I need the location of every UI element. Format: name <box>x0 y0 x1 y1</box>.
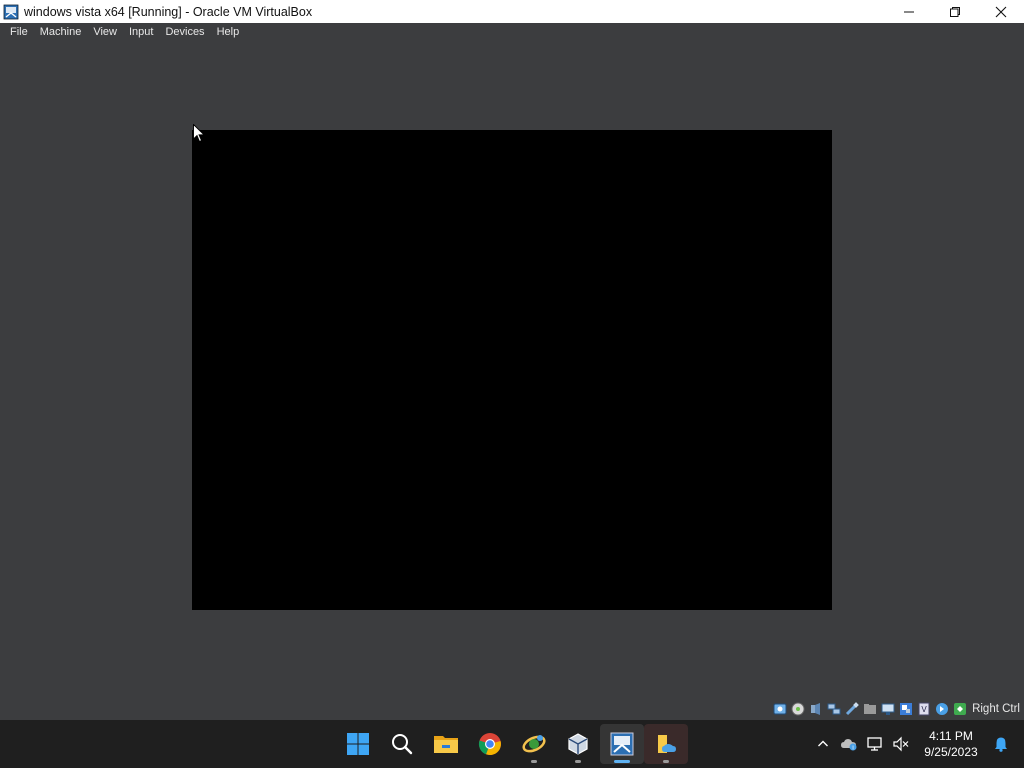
chrome-icon <box>478 733 501 756</box>
mouse-integration-icon[interactable] <box>934 702 949 717</box>
taskbar-network-app[interactable] <box>512 724 556 764</box>
running-indicator <box>663 760 669 763</box>
system-tray: i 4:11 PM 9/25/2023 <box>810 720 1024 768</box>
start-button[interactable] <box>336 724 380 764</box>
cpu-icon[interactable]: V <box>916 702 931 717</box>
bell-icon <box>995 737 1007 752</box>
vm-screen[interactable] <box>192 130 832 610</box>
svg-text:V: V <box>921 705 927 714</box>
display-icon[interactable] <box>880 702 895 717</box>
menu-input[interactable]: Input <box>123 23 159 42</box>
menu-bar: File Machine View Input Devices Help <box>0 23 1024 42</box>
clock-date: 9/25/2023 <box>924 745 978 759</box>
usb-icon[interactable] <box>844 702 859 717</box>
active-indicator <box>614 760 630 763</box>
taskbar-files-app[interactable] <box>644 724 688 764</box>
volume-muted-icon <box>893 736 909 752</box>
svg-text:i: i <box>852 745 853 751</box>
start-icon <box>347 733 369 755</box>
optical-drive-icon[interactable] <box>790 702 805 717</box>
mouse-cursor-icon <box>193 124 205 143</box>
virtualbox-vm-icon <box>3 4 19 20</box>
files-app-icon <box>658 735 676 753</box>
host-key-label[interactable]: Right Ctrl <box>972 703 1020 715</box>
recording-icon[interactable] <box>898 702 913 717</box>
tray-volume[interactable] <box>888 729 914 759</box>
taskbar-virtualbox[interactable] <box>556 724 600 764</box>
chevron-up-icon <box>818 740 828 747</box>
menu-machine[interactable]: Machine <box>34 23 88 42</box>
taskbar: i 4:11 PM 9/25/2023 <box>0 720 1024 768</box>
tray-onedrive[interactable]: i <box>836 729 862 759</box>
running-indicator <box>575 760 581 763</box>
menu-help[interactable]: Help <box>211 23 246 42</box>
onedrive-icon: i <box>841 739 857 751</box>
menu-file[interactable]: File <box>4 23 34 42</box>
hard-disk-icon[interactable] <box>772 702 787 717</box>
network-icon[interactable] <box>826 702 841 717</box>
close-icon <box>995 6 1007 17</box>
minimize-button[interactable] <box>886 0 932 23</box>
close-button[interactable] <box>978 0 1024 23</box>
search-icon <box>392 734 413 755</box>
taskbar-vista-vm[interactable] <box>600 724 644 764</box>
taskbar-clock[interactable]: 4:11 PM 9/25/2023 <box>918 728 984 760</box>
running-indicator <box>531 760 537 763</box>
clock-time: 4:11 PM <box>929 729 973 743</box>
taskbar-chrome[interactable] <box>468 724 512 764</box>
taskbar-file-explorer[interactable] <box>424 724 468 764</box>
notification-button[interactable] <box>988 729 1014 759</box>
keyboard-icon[interactable] <box>952 702 967 717</box>
network-app-icon <box>522 735 546 753</box>
window-title: windows vista x64 [Running] - Oracle VM … <box>24 4 313 19</box>
file-explorer-icon <box>434 736 458 753</box>
vm-status-bar: V Right Ctrl <box>0 698 1024 720</box>
virtualbox-icon <box>568 733 588 755</box>
tray-network[interactable] <box>862 729 888 759</box>
show-hidden-icons-button[interactable] <box>810 729 836 759</box>
menu-view[interactable]: View <box>87 23 123 42</box>
menu-devices[interactable]: Devices <box>159 23 210 42</box>
maximize-button[interactable] <box>932 0 978 23</box>
audio-icon[interactable] <box>808 702 823 717</box>
maximize-icon <box>950 6 960 17</box>
minimize-icon <box>904 11 914 12</box>
search-button[interactable] <box>380 724 424 764</box>
window-titlebar[interactable]: windows vista x64 [Running] - Oracle VM … <box>0 0 1024 23</box>
network-tray-icon <box>867 737 882 751</box>
shared-folders-icon[interactable] <box>862 702 877 717</box>
vista-vm-icon <box>610 732 634 756</box>
